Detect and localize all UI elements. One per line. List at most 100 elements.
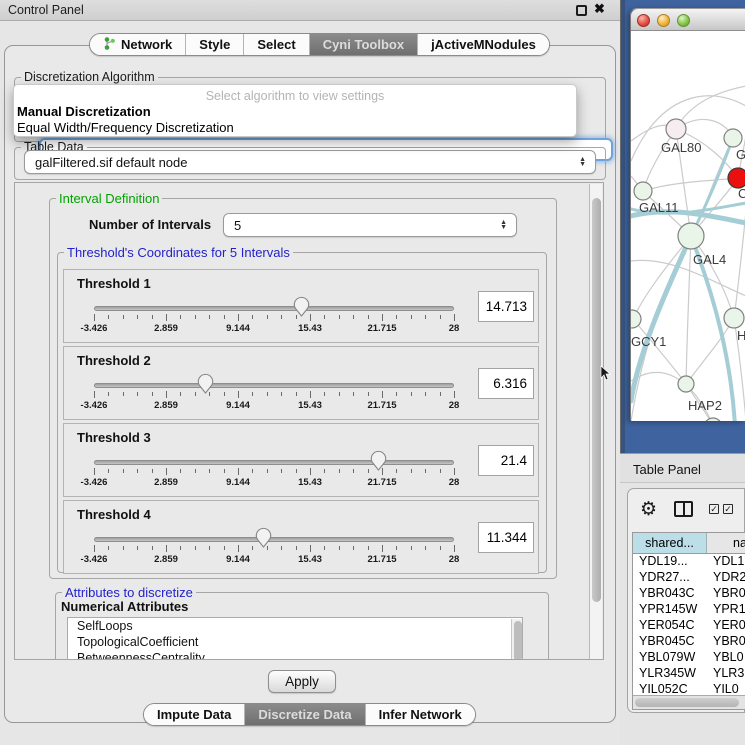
red-node[interactable] <box>728 168 745 188</box>
attribute-list-item[interactable]: BetweennessCentrality <box>68 650 522 660</box>
threshold-value-field[interactable]: 14.713 <box>478 291 534 322</box>
tab-label: Cyni Toolbox <box>323 37 404 52</box>
network-edge[interactable] <box>734 211 745 318</box>
tab-discretize-data[interactable]: Discretize Data <box>245 704 365 725</box>
network-edge[interactable] <box>631 260 745 296</box>
node-label: GCY1 <box>631 334 666 349</box>
combo-arrows-icon: ▲▼ <box>579 157 586 167</box>
dropdown-option-equal-width[interactable]: Equal Width/Frequency Discretization <box>17 120 234 135</box>
algorithm-group-label: Discretization Algorithm <box>21 70 158 84</box>
table-row[interactable]: YDR27...YDR2 <box>633 570 745 586</box>
mac-zoom-button[interactable] <box>677 14 690 27</box>
edge-node[interactable] <box>704 418 722 421</box>
slider-tick-labels: -3.4262.8599.14415.4321.71528 <box>64 477 538 489</box>
gal3-node[interactable] <box>724 129 742 147</box>
table-panel-title: Table Panel <box>633 462 701 477</box>
tab-network[interactable]: Network <box>90 34 186 55</box>
slider-tick-labels: -3.4262.8599.14415.4321.71528 <box>64 400 538 412</box>
node-label: C <box>738 186 745 201</box>
tab-label: Style <box>199 37 230 52</box>
threshold-panel-2: Threshold 2-3.4262.8599.14415.4321.71528… <box>63 346 539 420</box>
node-label: GA <box>736 147 745 162</box>
network-window-titlebar[interactable] <box>631 9 745 31</box>
mac-minimize-button[interactable] <box>657 14 670 27</box>
slider-track[interactable] <box>94 537 454 542</box>
node-label: H <box>737 328 745 343</box>
table-panel: ⚙ ✓ ✓ shared... name YDL19...YDL1YDR27..… <box>627 488 745 713</box>
table-row[interactable]: YBR045CYBR0 <box>633 634 745 650</box>
threshold-value-field[interactable]: 11.344 <box>478 522 534 553</box>
table-row[interactable]: YLR345WYLR3 <box>633 666 745 682</box>
hap2-node[interactable] <box>678 376 694 392</box>
top-tab-bar: Network Style Select Cyni Toolbox jActiveMNo… <box>89 33 550 56</box>
float-window-icon[interactable] <box>576 5 587 16</box>
threshold-label: Threshold 4 <box>77 507 151 522</box>
network-icon <box>103 36 116 54</box>
table-row[interactable]: YBL079WYBL0 <box>633 650 745 666</box>
gal80-node[interactable] <box>666 119 686 139</box>
column-header-shared-name[interactable]: shared... <box>633 533 707 554</box>
numerical-attributes-list[interactable]: SelfLoopsTopologicalCoefficientBetweenne… <box>67 617 523 660</box>
tab-cyni-toolbox[interactable]: Cyni Toolbox <box>310 34 418 55</box>
close-icon[interactable]: ✖ <box>594 1 605 17</box>
tab-jactivemnodules[interactable]: jActiveMNodules <box>418 34 549 55</box>
tab-style[interactable]: Style <box>186 34 244 55</box>
slider-track[interactable] <box>94 460 454 465</box>
slider-track[interactable] <box>94 383 454 388</box>
attributes-list-scrollbar[interactable] <box>511 619 522 660</box>
tab-infer-network[interactable]: Infer Network <box>366 704 475 725</box>
gear-icon[interactable]: ⚙ <box>640 498 657 520</box>
node-table: shared... name YDL19...YDL1YDR27...YDR2Y… <box>632 532 745 710</box>
node-label: HAP2 <box>688 398 722 413</box>
network-edge[interactable] <box>631 236 691 421</box>
network-edge[interactable] <box>643 178 738 191</box>
mac-close-button[interactable] <box>637 14 650 27</box>
network-edge[interactable] <box>686 236 691 384</box>
horizontal-scrollbar[interactable] <box>633 695 745 709</box>
vertical-scrollbar-thumb[interactable] <box>592 198 601 602</box>
node-label: GAL11 <box>639 200 679 215</box>
control-panel-window: Control Panel ✖ Network Style Select Cyni T… <box>0 0 620 745</box>
interval-definition-label: Interval Definition <box>56 191 162 206</box>
column-header-name[interactable]: name <box>707 533 745 554</box>
columns-icon[interactable] <box>674 501 693 517</box>
window-title: Control Panel <box>8 3 84 17</box>
h-node[interactable] <box>724 308 744 328</box>
network-canvas[interactable]: GAL80GACGAL11GAL4GCY1HHAP2 <box>631 31 745 421</box>
table-toolbar: ⚙ ✓ ✓ <box>628 489 745 531</box>
threshold-value-field[interactable]: 6.316 <box>478 368 534 399</box>
table-row[interactable]: YDL19...YDL1 <box>633 554 745 570</box>
table-data-combo[interactable]: galFiltered.sif default node ▲▼ <box>24 150 596 174</box>
tab-label: Impute Data <box>157 707 231 722</box>
slider-track[interactable] <box>94 306 454 311</box>
table-row[interactable]: YPR145WYPR1 <box>633 602 745 618</box>
apply-button[interactable]: Apply <box>268 670 336 693</box>
number-of-intervals-spinner[interactable]: 5 ▲▼ <box>223 213 517 237</box>
horizontal-scrollbar-thumb[interactable] <box>635 698 739 707</box>
table-row[interactable]: YBR043CYBR0 <box>633 586 745 602</box>
attribute-list-item[interactable]: SelfLoops <box>68 618 522 634</box>
node-label: GAL80 <box>661 140 701 155</box>
tab-select[interactable]: Select <box>244 34 309 55</box>
gcy1-node[interactable] <box>631 310 641 328</box>
gal4-node[interactable] <box>678 223 704 249</box>
dropdown-option-manual-discretization[interactable]: Manual Discretization <box>17 104 151 119</box>
control-panel-titlebar[interactable]: Control Panel ✖ <box>0 0 620 21</box>
network-view-window: GAL80GACGAL11GAL4GCY1HHAP2 <box>630 8 745 420</box>
tab-label: Discretize Data <box>258 707 351 722</box>
table-row[interactable]: YER054CYER0 <box>633 618 745 634</box>
checkbox-icon-2[interactable]: ✓ <box>723 504 733 514</box>
checkbox-icon-1[interactable]: ✓ <box>709 504 719 514</box>
dropdown-hint: Select algorithm to view settings <box>14 89 576 103</box>
threshold-label: Threshold 1 <box>77 276 151 291</box>
numerical-attributes-label: Numerical Attributes <box>61 599 188 614</box>
network-edge[interactable] <box>631 372 713 421</box>
table-panel-titlebar[interactable]: Table Panel <box>620 453 745 483</box>
attribute-list-item[interactable]: TopologicalCoefficient <box>68 634 522 650</box>
tab-impute-data[interactable]: Impute Data <box>144 704 245 725</box>
mouse-cursor <box>600 365 612 381</box>
threshold-panel-1: Threshold 1-3.4262.8599.14415.4321.71528… <box>63 269 539 343</box>
vertical-scrollbar[interactable] <box>589 184 602 660</box>
threshold-value-field[interactable]: 21.4 <box>478 445 534 476</box>
gal11-node[interactable] <box>634 182 652 200</box>
